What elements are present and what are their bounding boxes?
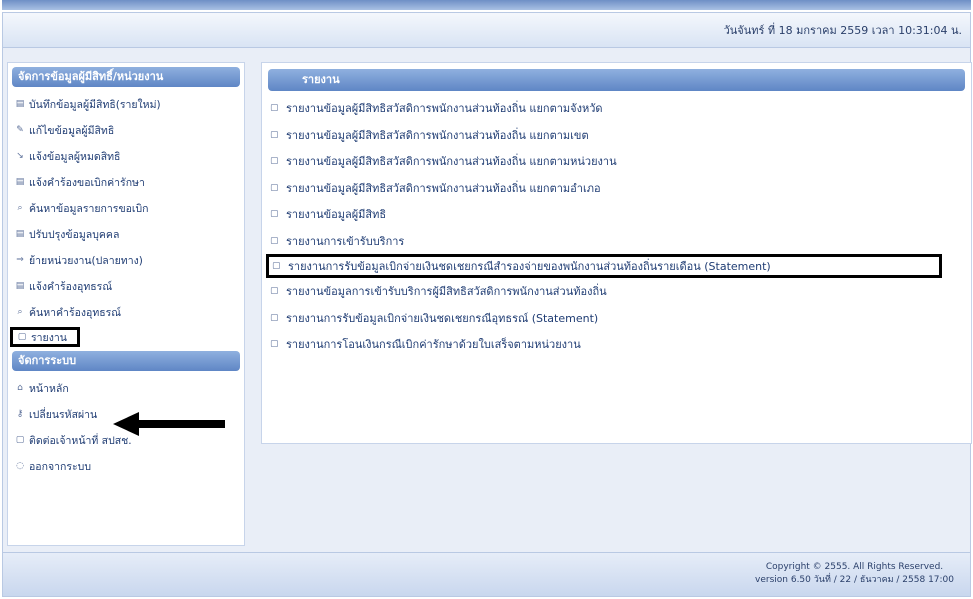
document-icon: ▢ [270,129,279,140]
document-icon: ▢ [270,156,279,167]
report-link-label: รายงานข้อมูลผู้มีสิทธิ [286,208,387,222]
datetime-text: วันจันทร์ ที่ 18 มกราคม 2559 เวลา 10:31:… [723,24,962,37]
sidebar-item-label: เปลี่ยนรหัสผ่าน [29,408,98,421]
sidebar-item-claim-request[interactable]: ▤ แจ้งคำร้องขอเบิกค่ารักษา [8,169,244,195]
sidebar-item-notify-expired[interactable]: ↘ แจ้งข้อมูลผู้หมดสิทธิ [8,143,244,169]
version-text: version 6.50 วันที่ / 22 / ธันวาคม / 255… [755,575,954,585]
appeal-icon: ▤ [15,281,25,291]
sidebar: จัดการข้อมูลผู้มีสิทธิ์/หน่วยงาน ▤ บันทึ… [7,62,245,546]
sidebar-item-label: ปรับปรุงข้อมูลบุคคล [29,228,120,241]
document-icon: ▢ [270,103,279,114]
report-link[interactable]: ▢ รายงานข้อมูลผู้มีสิทธิ [262,201,971,228]
sidebar-item-label: ค้นหาข้อมูลรายการขอเบิก [29,202,149,215]
report-link[interactable]: ▢ รายงานการรับข้อมูลเบิกจ่ายเงินชดเชยกรณ… [262,305,971,332]
sidebar-item-search-claims[interactable]: ⌕ ค้นหาข้อมูลรายการขอเบิก [8,195,244,221]
sidebar-item-report[interactable]: ▢ รายงาน [10,327,80,347]
pointer-arrow-icon [113,412,225,436]
footer: Copyright © 2555. All Rights Reserved. v… [2,552,971,597]
document-icon: ▢ [270,339,279,350]
sidebar-item-home[interactable]: ⌂ หน้าหลัก [8,375,244,401]
edit-icon: ✎ [16,125,24,135]
sidebar-item-label: แจ้งคำร้องขอเบิกค่ารักษา [29,176,145,189]
sidebar-item-label: รายงาน [31,331,67,344]
report-link-label: รายงานการรับข้อมูลเบิกจ่ายเงินชดเชยกรณีส… [288,260,771,273]
report-link-label: รายงานข้อมูลผู้มีสิทธิสวัสดิการพนักงานส่… [286,102,603,116]
report-link[interactable]: ▢ รายงานข้อมูลการเข้ารับบริการผู้มีสิทธิ… [262,278,971,305]
sidebar-item-move-agency[interactable]: ⇒ ย้ายหน่วยงาน(ปลายทาง) [8,247,244,273]
sidebar-section-manage-title: จัดการข้อมูลผู้มีสิทธิ์/หน่วยงาน [12,67,240,87]
report-icon: ▢ [17,332,27,342]
search-icon: ⌕ [17,203,23,213]
report-link-label: รายงานข้อมูลผู้มีสิทธิสวัสดิการพนักงานส่… [286,128,589,142]
report-link-label: รายงานข้อมูลผู้มีสิทธิสวัสดิการพนักงานส่… [286,155,617,169]
document-icon: ▢ [270,235,279,246]
sidebar-item-label: ค้นหาคำร้องอุทธรณ์ [29,306,122,319]
report-link-label: รายงานการเข้ารับบริการ [286,234,405,248]
report-link[interactable]: ▢ รายงานข้อมูลผู้มีสิทธิสวัสดิการพนักงาน… [262,148,971,175]
sidebar-section-system-title: จัดการระบบ [12,351,240,371]
report-link[interactable]: ▢ รายงานข้อมูลผู้มีสิทธิสวัสดิการพนักงาน… [262,175,971,202]
report-link-label: รายงานข้อมูลผู้มีสิทธิสวัสดิการพนักงานส่… [286,181,601,195]
sidebar-item-appeal[interactable]: ▤ แจ้งคำร้องอุทธรณ์ [8,273,244,299]
home-icon: ⌂ [17,383,23,393]
sidebar-item-search-appeal[interactable]: ⌕ ค้นหาคำร้องอุทธรณ์ [8,299,244,325]
top-banner [2,0,971,10]
record-icon: ▤ [15,99,25,109]
report-link-label: รายงานการรับข้อมูลเบิกจ่ายเงินชดเชยกรณีอ… [286,311,599,325]
search-icon: ⌕ [17,307,23,317]
footer-copyright-block: Copyright © 2555. All Rights Reserved. v… [755,561,954,587]
report-link[interactable]: ▢ รายงานการโอนเงินกรณีเบิกค่ารักษาด้วยใบ… [262,331,971,358]
report-link[interactable]: ▢ รายงานการเข้ารับบริการ [262,228,971,255]
sidebar-item-label: บันทึกข้อมูลผู้มีสิทธิ(รายใหม่) [29,98,161,111]
document-icon: ▢ [270,182,279,193]
sidebar-item-label: แก้ไขข้อมูลผู้มีสิทธิ [29,124,115,137]
logout-icon: ◌ [16,461,24,471]
sidebar-item-label: ย้ายหน่วยงาน(ปลายทาง) [29,254,143,267]
report-panel-title: รายงาน [268,69,965,91]
document-icon: ▢ [270,286,279,297]
request-icon: ▤ [15,177,25,187]
report-panel: รายงาน ▢ รายงานข้อมูลผู้มีสิทธิสวัสดิการ… [261,62,972,444]
report-link[interactable]: ▢ รายงานข้อมูลผู้มีสิทธิสวัสดิการพนักงาน… [262,95,971,122]
notify-icon: ↘ [16,151,24,161]
sidebar-item-logout[interactable]: ◌ ออกจากระบบ [8,453,244,479]
contact-icon: ▢ [15,435,25,445]
sidebar-item-update-person[interactable]: ▤ ปรับปรุงข้อมูลบุคคล [8,221,244,247]
report-link-label: รายงานข้อมูลการเข้ารับบริการผู้มีสิทธิสว… [286,285,607,299]
date-bar: วันจันทร์ ที่ 18 มกราคม 2559 เวลา 10:31:… [2,12,971,48]
sidebar-item-label: หน้าหลัก [29,382,69,395]
sidebar-item-edit[interactable]: ✎ แก้ไขข้อมูลผู้มีสิทธิ [8,117,244,143]
sidebar-item-label: ออกจากระบบ [29,460,91,473]
key-icon: ⚷ [16,409,24,419]
report-link[interactable]: ▢ รายงานข้อมูลผู้มีสิทธิสวัสดิการพนักงาน… [262,122,971,149]
update-icon: ▤ [15,229,25,239]
report-link-statement-highlighted[interactable]: ▢ รายงานการรับข้อมูลเบิกจ่ายเงินชดเชยกรณ… [266,254,942,278]
move-icon: ⇒ [16,255,24,265]
copyright-text: Copyright © 2555. All Rights Reserved. [765,562,944,572]
sidebar-item-label: แจ้งคำร้องอุทธรณ์ [29,280,113,293]
content-area: จัดการข้อมูลผู้มีสิทธิ์/หน่วยงาน ▤ บันทึ… [2,48,972,552]
document-icon: ▢ [272,261,281,271]
sidebar-item-label: แจ้งข้อมูลผู้หมดสิทธิ [29,150,121,163]
document-icon: ▢ [270,312,279,323]
document-icon: ▢ [270,209,279,220]
sidebar-item-new-record[interactable]: ▤ บันทึกข้อมูลผู้มีสิทธิ(รายใหม่) [8,91,244,117]
report-link-label: รายงานการโอนเงินกรณีเบิกค่ารักษาด้วยใบเส… [286,338,581,352]
